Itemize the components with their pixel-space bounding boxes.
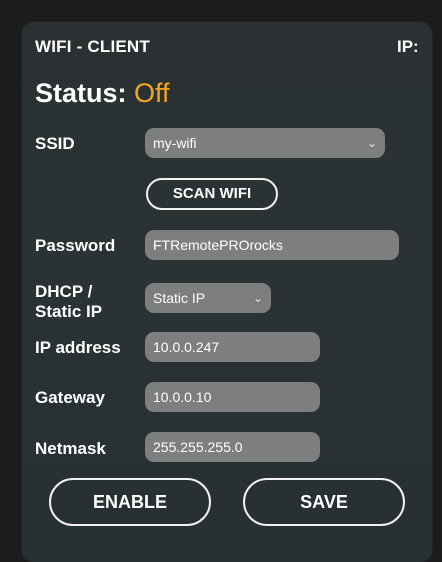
- enable-button[interactable]: ENABLE: [49, 478, 211, 526]
- status-label: Status:: [35, 78, 127, 108]
- ip-address-value: 10.0.0.247: [153, 339, 220, 355]
- chevron-down-icon: ⌄: [366, 136, 377, 150]
- dhcp-label: DHCP / Static IP: [35, 282, 102, 322]
- save-button[interactable]: SAVE: [243, 478, 405, 526]
- gateway-value: 10.0.0.10: [153, 389, 212, 405]
- dhcp-label-line2: Static IP: [35, 302, 103, 321]
- dhcp-mode-select[interactable]: Static IP ⌄: [145, 283, 271, 313]
- status-value: Off: [134, 78, 170, 108]
- gateway-label: Gateway: [35, 388, 105, 407]
- ip-label: IP:: [397, 37, 419, 56]
- gateway-field[interactable]: 10.0.0.10: [145, 382, 320, 412]
- scan-wifi-button[interactable]: SCAN WIFI: [146, 178, 278, 210]
- password-field[interactable]: FTRemotePROrocks: [145, 230, 399, 260]
- panel-title: WIFI - CLIENT: [35, 37, 150, 56]
- ssid-label: SSID: [35, 134, 75, 153]
- netmask-value: 255.255.255.0: [153, 439, 243, 455]
- ssid-selected-value: my-wifi: [153, 135, 197, 151]
- password-label: Password: [35, 236, 116, 255]
- status-line: Status: Off: [35, 78, 170, 109]
- ip-address-label: IP address: [35, 338, 121, 357]
- dhcp-selected-value: Static IP: [153, 290, 206, 306]
- password-value: FTRemotePROrocks: [153, 237, 283, 253]
- chevron-down-icon: ⌄: [252, 291, 263, 305]
- ip-address-field[interactable]: 10.0.0.247: [145, 332, 320, 362]
- netmask-label: Netmask: [35, 439, 106, 458]
- netmask-field[interactable]: 255.255.255.0: [145, 432, 320, 462]
- ssid-select[interactable]: my-wifi ⌄: [145, 128, 385, 158]
- dhcp-label-line1: DHCP /: [35, 282, 93, 301]
